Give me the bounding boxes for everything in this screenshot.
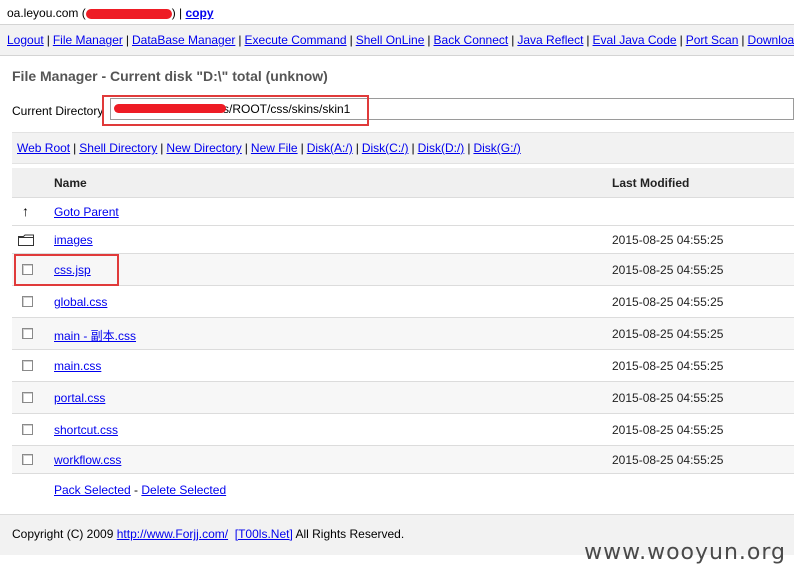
- last-modified: 2015-08-25 04:55:25: [612, 391, 724, 405]
- redacted-path: [114, 104, 226, 113]
- table-row: global.css 2015-08-25 04:55:25: [12, 286, 794, 318]
- last-modified: 2015-08-25 04:55:25: [612, 295, 724, 309]
- nav-separator: |: [741, 33, 745, 47]
- file-link[interactable]: portal.css: [54, 391, 105, 405]
- table-actions-row: Pack Selected - Delete Selected: [12, 474, 794, 504]
- copyright: Copyright (C) 2009 http://www.Forjj.com/…: [12, 527, 404, 541]
- nav-file-manager[interactable]: File Manager: [53, 33, 123, 47]
- header-name: Name: [54, 176, 87, 190]
- nav-separator: |: [349, 33, 353, 47]
- link-separator: |: [73, 141, 77, 155]
- last-modified: 2015-08-25 04:55:25: [612, 263, 724, 277]
- file-link[interactable]: shortcut.css: [54, 423, 118, 437]
- file-link[interactable]: workflow.css: [54, 453, 121, 467]
- table-actions: Pack Selected - Delete Selected: [54, 483, 226, 497]
- link-separator: |: [355, 141, 359, 155]
- nav-database-manager[interactable]: DataBase Manager: [132, 33, 235, 47]
- redacted-ip: [85, 8, 172, 19]
- host-close: ) |: [171, 6, 183, 20]
- file-checkbox[interactable]: [22, 424, 33, 435]
- copyright-prefix: Copyright (C) 2009: [12, 527, 114, 541]
- table-row: css.jsp 2015-08-25 04:55:25: [12, 254, 794, 286]
- quick-link-disk-c[interactable]: Disk(C:/): [362, 141, 409, 155]
- table-row: shortcut.css 2015-08-25 04:55:25: [12, 414, 794, 446]
- quick-link-new-file[interactable]: New File: [251, 141, 298, 155]
- host-name: oa.leyou.com (: [7, 6, 86, 20]
- last-modified: 2015-08-25 04:55:25: [612, 453, 724, 467]
- pack-selected-link[interactable]: Pack Selected: [54, 483, 131, 497]
- folder-link[interactable]: images: [54, 233, 93, 247]
- last-modified: 2015-08-25 04:55:25: [612, 233, 724, 247]
- nav-download[interactable]: Download: [748, 33, 794, 47]
- nav-execute-command[interactable]: Execute Command: [245, 33, 347, 47]
- quick-link-new-directory[interactable]: New Directory: [166, 141, 241, 155]
- nav-separator: |: [125, 33, 129, 47]
- file-checkbox[interactable]: [22, 296, 33, 307]
- quick-link-web-root[interactable]: Web Root: [17, 141, 70, 155]
- copyright-suffix: All Rights Reserved.: [295, 527, 405, 541]
- file-link[interactable]: css.jsp: [54, 263, 91, 277]
- nav-port-scan[interactable]: Port Scan: [686, 33, 739, 47]
- nav-eval-java-code[interactable]: Eval Java Code: [593, 33, 677, 47]
- nav-separator: |: [511, 33, 515, 47]
- quick-link-shell-directory[interactable]: Shell Directory: [79, 141, 157, 155]
- quick-link-disk-g[interactable]: Disk(G:/): [473, 141, 520, 155]
- quick-links-bar: Web Root | Shell Directory | New Directory | N…: [12, 132, 794, 164]
- top-bar: oa.leyou.com ( ) | copy: [0, 0, 794, 25]
- file-checkbox[interactable]: [22, 360, 33, 371]
- goto-parent-link[interactable]: Goto Parent: [54, 205, 119, 219]
- nav-back-connect[interactable]: Back Connect: [434, 33, 509, 47]
- table-row: portal.css 2015-08-25 04:55:25: [12, 382, 794, 414]
- nav-separator: |: [679, 33, 683, 47]
- file-checkbox[interactable]: [22, 392, 33, 403]
- link-separator: |: [411, 141, 415, 155]
- nav-logout[interactable]: Logout: [7, 33, 44, 47]
- file-checkbox[interactable]: [22, 264, 33, 275]
- file-link[interactable]: main.css: [54, 359, 101, 373]
- nav-separator: |: [46, 33, 50, 47]
- copy-link[interactable]: copy: [186, 6, 214, 20]
- nav-separator: |: [586, 33, 590, 47]
- table-row: images 2015-08-25 04:55:25: [12, 226, 794, 254]
- host-info: oa.leyou.com ( ) | copy: [7, 6, 214, 20]
- quick-links: Web Root | Shell Directory | New Directory | N…: [17, 141, 521, 155]
- header-last-modified: Last Modified: [612, 176, 690, 190]
- watermark: www.wooyun.org: [584, 540, 786, 565]
- quick-link-disk-d[interactable]: Disk(D:/): [418, 141, 465, 155]
- nav-separator: |: [238, 33, 242, 47]
- forjj-link[interactable]: http://www.Forjj.com/: [117, 527, 228, 541]
- goto-parent-row: ↑ Goto Parent: [12, 198, 794, 226]
- t00ls-link[interactable]: [T00ls.Net]: [235, 527, 293, 541]
- file-link[interactable]: main - 副本.css: [54, 327, 136, 344]
- nav-java-reflect[interactable]: Java Reflect: [517, 33, 583, 47]
- nav-links: Logout | File Manager | DataBase Manager | Exe…: [7, 33, 794, 47]
- file-checkbox[interactable]: [22, 454, 33, 465]
- file-link[interactable]: global.css: [54, 295, 107, 309]
- quick-link-disk-a[interactable]: Disk(A:/): [307, 141, 353, 155]
- delete-selected-link[interactable]: Delete Selected: [141, 483, 226, 497]
- last-modified: 2015-08-25 04:55:25: [612, 423, 724, 437]
- current-directory-label: Current Directory: [12, 104, 104, 118]
- link-separator: |: [244, 141, 248, 155]
- up-arrow-icon: ↑: [22, 203, 29, 219]
- table-row: workflow.css 2015-08-25 04:55:25: [12, 446, 794, 474]
- last-modified: 2015-08-25 04:55:25: [612, 327, 724, 341]
- nav-shell-online[interactable]: Shell OnLine: [356, 33, 425, 47]
- table-row: main.css 2015-08-25 04:55:25: [12, 350, 794, 382]
- folder-icon: [18, 234, 34, 249]
- action-separator: -: [130, 483, 142, 497]
- table-row: main - 副本.css 2015-08-25 04:55:25: [12, 318, 794, 350]
- last-modified: 2015-08-25 04:55:25: [612, 359, 724, 373]
- file-checkbox[interactable]: [22, 328, 33, 339]
- nav-separator: |: [427, 33, 431, 47]
- current-directory-value: s/ROOT/css/skins/skin1: [223, 102, 351, 116]
- table-header: Name Last Modified: [12, 168, 794, 198]
- main-nav: Logout | File Manager | DataBase Manager | Exe…: [0, 25, 794, 56]
- link-separator: |: [300, 141, 304, 155]
- page-title: File Manager - Current disk "D:\" total …: [12, 68, 328, 84]
